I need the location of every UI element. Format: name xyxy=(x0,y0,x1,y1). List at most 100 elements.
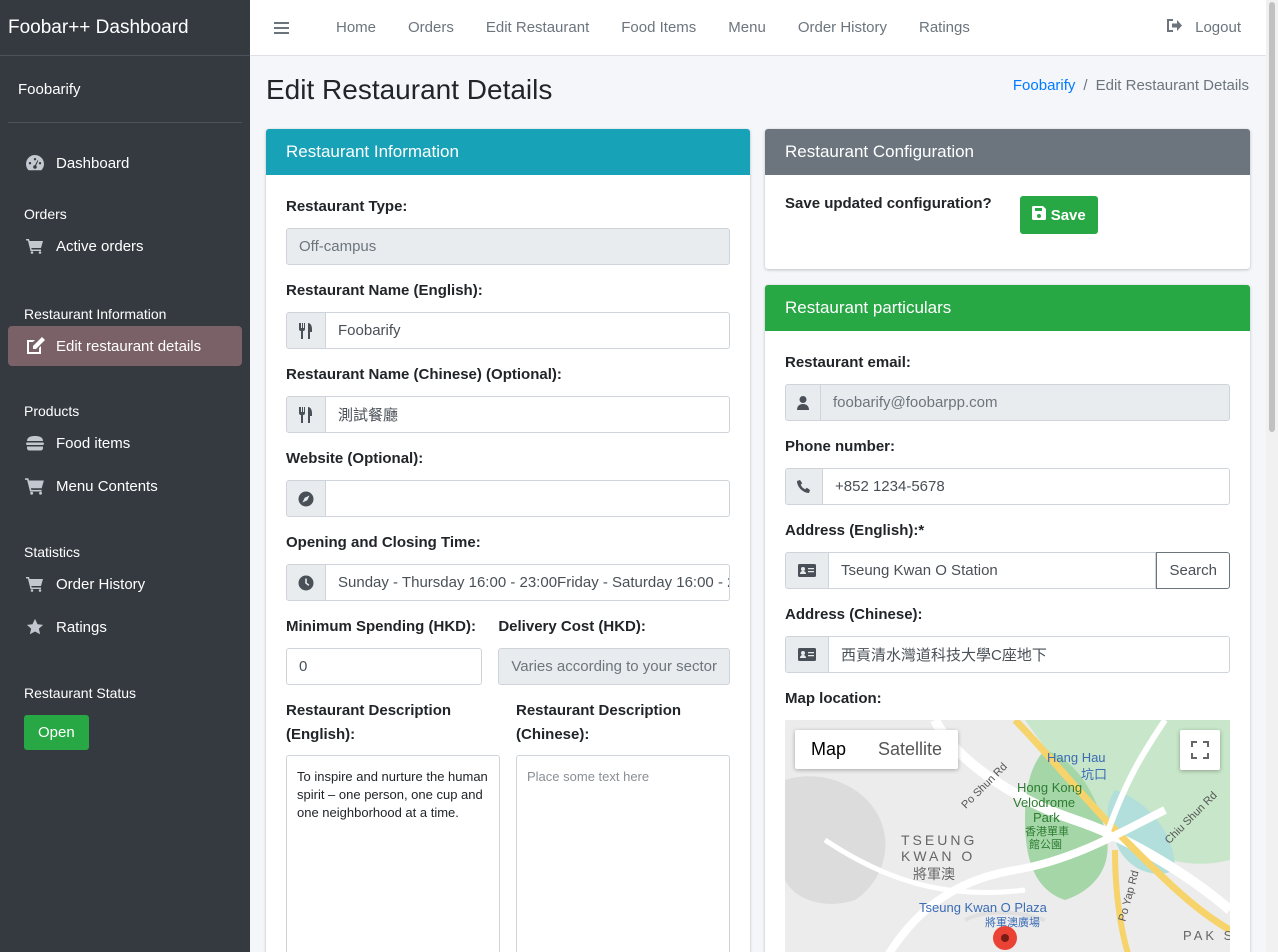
card-header: Restaurant Information xyxy=(266,129,750,175)
restaurant-status-button[interactable]: Open xyxy=(24,715,89,750)
name-en-input[interactable]: Foobarify xyxy=(326,312,730,349)
delivery-cost-field: Varies according to your sector xyxy=(498,648,730,685)
compass-icon xyxy=(286,480,326,517)
address-zh-label: Address (Chinese): xyxy=(785,606,923,623)
map-place-tko-2: KWAN O xyxy=(901,848,976,864)
cart-icon xyxy=(24,235,46,257)
map-location-label: Map location: xyxy=(785,690,882,707)
sidebar-item-dashboard[interactable]: Dashboard xyxy=(8,143,242,183)
phone-label: Phone number: xyxy=(785,438,896,455)
user-name[interactable]: Foobarify xyxy=(8,56,242,123)
cart-icon xyxy=(24,475,46,497)
hours-input[interactable]: Sunday - Thursday 16:00 - 23:00Friday - … xyxy=(326,564,730,601)
sidebar-item-order-history[interactable]: Order History xyxy=(8,564,242,604)
sign-out-icon xyxy=(1167,18,1183,37)
address-card-icon xyxy=(785,636,829,673)
top-navbar: Home Orders Edit Restaurant Food Items M… xyxy=(250,0,1266,56)
address-card-icon xyxy=(785,552,829,589)
desc-en-label: Restaurant Description (English): xyxy=(286,702,452,743)
address-en-label: Address (English):* xyxy=(785,522,925,539)
nav-link-orders[interactable]: Orders xyxy=(392,19,470,36)
save-config-prompt: Save updated configuration? xyxy=(785,195,992,212)
email-label: Restaurant email: xyxy=(785,354,911,371)
restaurant-type-field: Off-campus xyxy=(286,228,730,265)
nav-link-ratings[interactable]: Ratings xyxy=(903,19,986,36)
map-tab-satellite[interactable]: Satellite xyxy=(862,730,958,769)
page-title: Edit Restaurant Details xyxy=(266,74,553,105)
star-icon xyxy=(24,616,46,638)
page-scrollbar[interactable] xyxy=(1266,0,1278,952)
nav-header-statistics: Statistics xyxy=(24,544,81,560)
map-place-tko-zh: 將軍澳 xyxy=(913,866,955,882)
fullscreen-icon[interactable] xyxy=(1180,730,1220,770)
nav-link-menu[interactable]: Menu xyxy=(712,19,782,36)
card-header: Restaurant Configuration xyxy=(765,129,1250,175)
breadcrumb-separator: / xyxy=(1083,77,1088,94)
restaurant-configuration-card: Restaurant Configuration Save updated co… xyxy=(765,129,1250,269)
map-place-velodrome-2: Velodrome xyxy=(1013,795,1076,810)
logout-link[interactable]: Logout xyxy=(1167,18,1266,37)
map-place-hang-hau: Hang Hau xyxy=(1047,750,1106,765)
map-type-control: Map Satellite xyxy=(795,730,959,769)
sidebar-item-label: Active orders xyxy=(56,237,144,255)
map-place-plaza-zh: 將軍澳廣場 xyxy=(985,917,1040,929)
save-button[interactable]: Save xyxy=(1019,196,1098,234)
user-icon xyxy=(785,384,821,421)
sidebar-nav: Dashboard Orders Active orders Restauran… xyxy=(0,123,250,705)
menu-toggle-icon[interactable] xyxy=(274,21,296,34)
map-view[interactable]: Map Satellite Hang Hau 坑口 Hong Kong Velo… xyxy=(785,720,1230,952)
delivery-cost-label: Delivery Cost (HKD): xyxy=(498,618,646,635)
restaurant-information-card: Restaurant Information Restaurant Type: … xyxy=(266,129,750,952)
address-search-button[interactable]: Search xyxy=(1156,552,1230,589)
nav-header-orders: Orders xyxy=(24,206,67,222)
sidebar-item-label: Order History xyxy=(56,575,146,593)
nav-header-restaurant: Restaurant Information xyxy=(24,306,167,322)
breadcrumb: Foobarify / Edit Restaurant Details xyxy=(1013,77,1249,94)
name-zh-input[interactable]: 測試餐廳 xyxy=(326,396,730,433)
brand-title[interactable]: Foobar++ Dashboard xyxy=(0,0,250,56)
nav-link-home[interactable]: Home xyxy=(320,19,392,36)
desc-zh-textarea[interactable]: Place some text here xyxy=(516,755,730,952)
website-input[interactable] xyxy=(326,480,730,517)
card-header: Restaurant particulars xyxy=(765,285,1250,331)
map-place-tko: TSEUNG xyxy=(901,832,978,848)
restaurant-type-label: Restaurant Type: xyxy=(286,198,408,215)
map-tab-map[interactable]: Map xyxy=(795,730,862,769)
map-place-plaza: Tseung Kwan O Plaza xyxy=(919,900,1047,915)
map-place-velodrome: Hong Kong xyxy=(1017,780,1083,795)
phone-input[interactable]: +852 1234-5678 xyxy=(823,468,1230,505)
desc-en-textarea[interactable]: To inspire and nurture the human spirit … xyxy=(286,755,500,952)
utensils-icon xyxy=(286,396,326,433)
name-zh-label: Restaurant Name (Chinese) (Optional): xyxy=(286,366,562,383)
nav-link-food-items[interactable]: Food Items xyxy=(605,19,712,36)
address-zh-input[interactable]: 西貢清水灣道科技大學C座地下 xyxy=(829,636,1230,673)
restaurant-particulars-card: Restaurant particulars Restaurant email:… xyxy=(765,285,1250,952)
hamburger-food-icon xyxy=(24,432,46,454)
website-label: Website (Optional): xyxy=(286,450,424,467)
name-en-label: Restaurant Name (English): xyxy=(286,282,483,299)
card-body: Restaurant Type: Off-campus Restaurant N… xyxy=(266,175,750,952)
min-spend-input[interactable]: 0 xyxy=(286,648,483,685)
sidebar-item-label: Ratings xyxy=(56,618,107,636)
phone-icon xyxy=(785,468,823,505)
sidebar-item-ratings[interactable]: Ratings xyxy=(8,607,242,647)
card-body: Restaurant email: foobarify@foobarpp.com… xyxy=(765,331,1250,952)
edit-icon xyxy=(24,335,46,357)
save-label: Save xyxy=(1050,206,1086,224)
address-en-input[interactable]: Tseung Kwan O Station xyxy=(829,552,1157,589)
sidebar-item-food-items[interactable]: Food items xyxy=(8,423,242,463)
breadcrumb-home[interactable]: Foobarify xyxy=(1013,77,1076,94)
sidebar-item-edit-details[interactable]: Edit restaurant details xyxy=(8,326,242,366)
sidebar-item-menu-contents[interactable]: Menu Contents xyxy=(8,466,242,506)
sidebar-item-label: Edit restaurant details xyxy=(56,337,202,355)
sidebar-item-active-orders[interactable]: Active orders xyxy=(8,226,242,266)
card-body: Save updated configuration? Save xyxy=(765,175,1250,254)
nav-link-edit-restaurant[interactable]: Edit Restaurant xyxy=(470,19,605,36)
nav-link-order-history[interactable]: Order History xyxy=(782,19,903,36)
sidebar: Foobar++ Dashboard Foobarify Dashboard O… xyxy=(0,0,250,952)
sidebar-item-label: Menu Contents xyxy=(56,477,158,495)
nav-header-products: Products xyxy=(24,403,80,419)
scrollbar-thumb[interactable] xyxy=(1269,2,1275,432)
clock-icon xyxy=(286,564,326,601)
floppy-disk-icon xyxy=(1031,206,1046,224)
